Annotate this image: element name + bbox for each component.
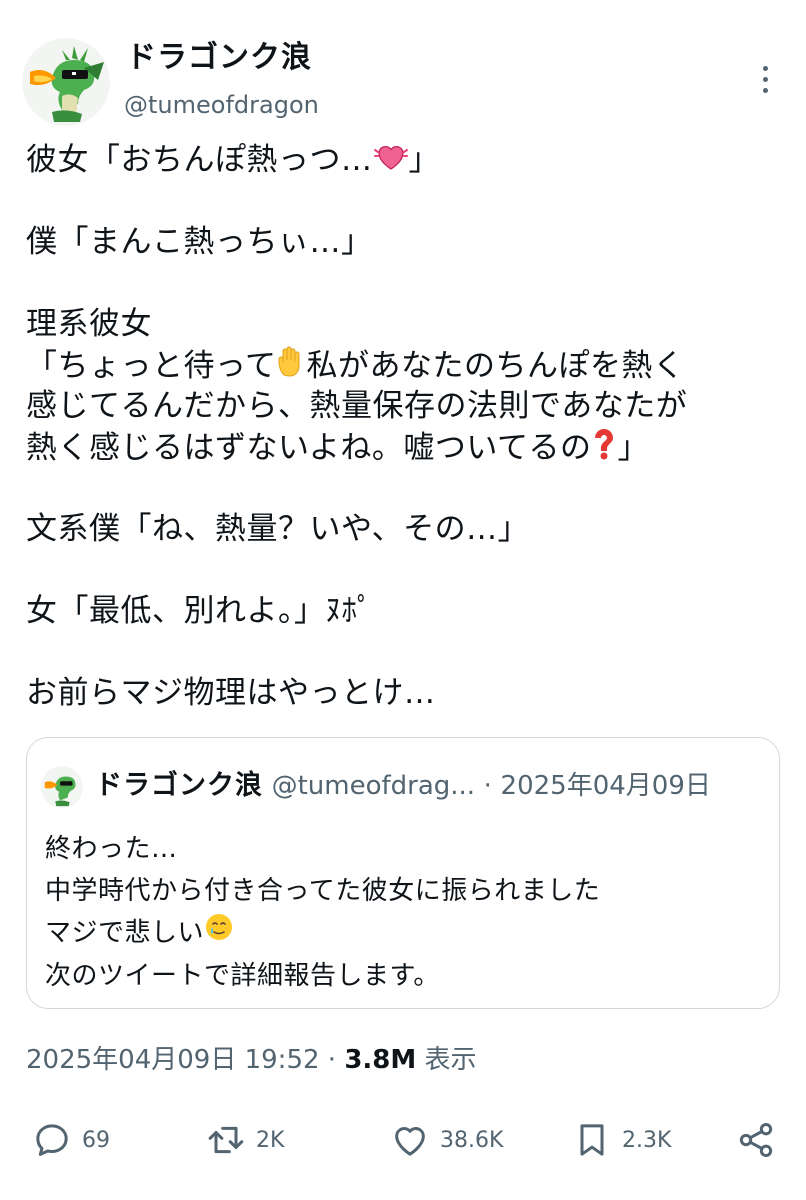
tweet-text: 彼女「おちんぽ熱っつ…」僕「まんこ熱っちぃ…」 理系彼女 「ちょっと待って 私があなた… <box>26 140 786 714</box>
share-icon <box>739 1123 773 1157</box>
text-line-content: 理系彼女 <box>26 306 152 342</box>
beating-heart-icon <box>373 140 409 183</box>
separator-dot: · <box>327 1045 337 1075</box>
views-count: 3.8M <box>344 1045 417 1075</box>
repost-icon <box>208 1126 244 1154</box>
text-line-content: 感じてるんだから、熱量保存の法則であなたが <box>26 388 688 424</box>
text-line: 感じてるんだから、熱量保存の法則であなたが <box>26 386 786 427</box>
more-dot-icon <box>762 76 768 82</box>
text-line-content: 文系僕「ね、熱量？いや、その…」 <box>26 511 530 547</box>
quoted-tweet-header: ドラゴンク浪 @tumeofdrag... · 2025年04月09日 <box>95 768 711 804</box>
author-display-name[interactable]: ドラゴンク浪 <box>126 38 312 78</box>
bookmark-count: 2.3K <box>622 1127 672 1153</box>
dragon-avatar-icon[interactable] <box>22 38 110 126</box>
more-dot-icon <box>762 65 768 71</box>
text-line: 彼女「おちんぽ熱っつ… 」 <box>26 140 786 181</box>
views-label: 表示 <box>424 1045 477 1075</box>
like-button[interactable]: 38.6K <box>390 1118 503 1162</box>
dragon-avatar-icon <box>41 766 83 808</box>
tweet-detail: ドラゴンク浪 @tumeofdragon 彼女「おちんぽ熱っつ…」僕「まんこ熱っ… <box>0 0 806 1200</box>
text-line: 中学時代から付き合ってた彼女に振られました <box>45 870 600 912</box>
text-line-content: 私があなたのちんぽを熱く <box>306 348 685 384</box>
text-line-content: 中学時代から付き合ってた彼女に振られました <box>45 876 601 906</box>
repost-count: 2K <box>256 1127 285 1153</box>
bookmark-button[interactable]: 2.3K <box>572 1118 671 1162</box>
like-count: 38.6K <box>440 1127 504 1153</box>
text-line-content: 僕「まんこ熱っちぃ…」 <box>26 224 373 260</box>
text-line-content: 終わった… <box>45 834 178 864</box>
quoted-tweet-text: 終わった… 中学時代から付き合ってた彼女に振られました マジで悲しい次のツイートで詳… <box>45 828 600 997</box>
text-line-content: 女「最低、別れよ。」ﾇﾎﾟ <box>26 593 373 629</box>
text-line: 僕「まんこ熱っちぃ…」 <box>26 222 786 263</box>
text-line: 熱く感じるはずないよね。嘘ついてるの」 <box>26 427 786 468</box>
reply-button[interactable]: 69 <box>32 1118 110 1162</box>
heart-icon <box>395 1127 425 1156</box>
quoted-tweet-card[interactable]: ドラゴンク浪 @tumeofdrag... · 2025年04月09日 終わった… <box>26 737 780 1009</box>
reply-count: 69 <box>82 1127 110 1153</box>
text-line-content: 次のツイートで詳細報告します。 <box>45 961 440 991</box>
text-line: お前らマジ物理はやっとけ… <box>26 673 786 714</box>
quoted-author-handle: @tumeofdrag... <box>271 771 476 801</box>
quoted-tweet-date: 2025年04月09日 <box>500 771 711 801</box>
text-line: マジで悲しい <box>45 912 600 955</box>
text-line: 「ちょっと待って 私があなたのちんぽを熱く <box>26 345 786 386</box>
text-line-content: 」 <box>408 142 440 178</box>
text-line-content: マジで悲しい <box>45 918 205 948</box>
more-dot-icon <box>762 87 768 93</box>
more-options-button[interactable] <box>748 60 782 98</box>
text-line: 文系僕「ね、熱量？いや、その…」 <box>26 509 786 550</box>
text-line-content: お前らマジ物理はやっとけ… <box>26 675 436 711</box>
share-button[interactable] <box>736 1118 776 1162</box>
text-line-content: 彼女「おちんぽ熱っつ… <box>26 142 373 178</box>
text-line-content: 「ちょっと待って <box>26 348 277 384</box>
text-line-content: 熱く感じるはずないよね。嘘ついてるの <box>26 430 592 466</box>
text-line: 女「最低、別れよ。」ﾇﾎﾟ <box>26 591 786 632</box>
separator-dot: · <box>483 771 492 801</box>
tweet-datetime[interactable]: 2025年04月09日 19:52 <box>26 1045 320 1075</box>
tweet-meta: 2025年04月09日 19:52 · 3.8M 表示 <box>26 1042 477 1078</box>
quoted-author-name: ドラゴンク浪 <box>95 770 263 801</box>
raised-hand-icon <box>276 345 306 390</box>
author-handle[interactable]: @tumeofdragon <box>124 88 319 122</box>
text-line-content: 」 <box>617 430 649 466</box>
text-line: 次のツイートで詳細報告します。 <box>45 955 600 997</box>
text-line: 終わった… <box>45 828 600 870</box>
repost-button[interactable]: 2K <box>206 1118 284 1162</box>
text-line: 理系彼女 <box>26 304 786 345</box>
tearful-smile-icon <box>204 912 234 955</box>
reply-icon <box>36 1124 68 1156</box>
bookmark-icon <box>580 1124 604 1156</box>
red-question-icon <box>591 427 617 472</box>
